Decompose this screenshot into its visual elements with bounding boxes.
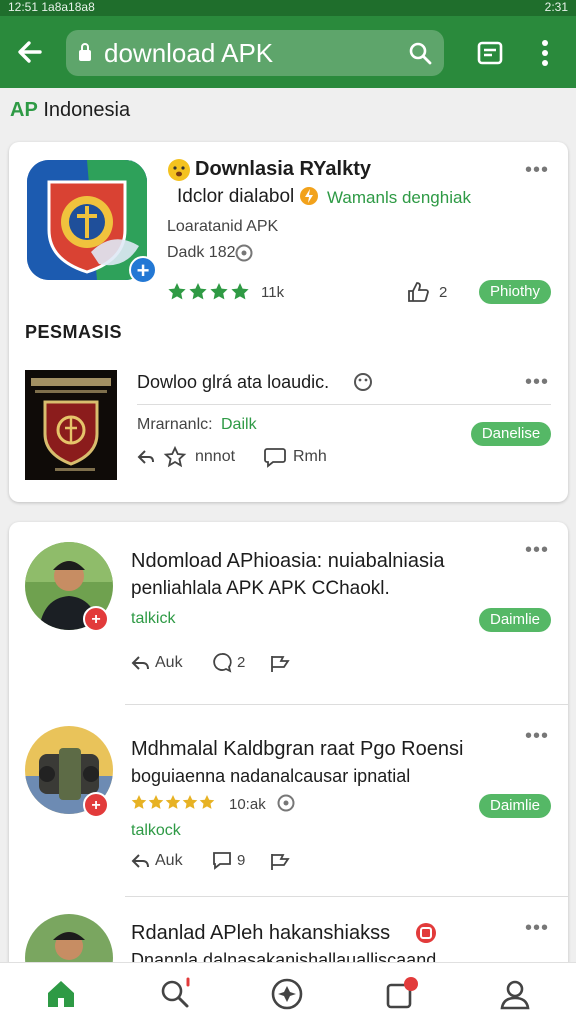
reply-icon[interactable] — [131, 654, 151, 672]
search-query[interactable]: download APK — [104, 38, 273, 68]
comment-icon[interactable] — [211, 652, 233, 674]
install-plus-icon[interactable]: + — [129, 256, 157, 284]
profile-icon[interactable] — [498, 977, 532, 1011]
star-rating-icon — [131, 795, 215, 809]
divider — [125, 896, 568, 897]
post-subtitle: boguiaenna nadanalcausar ipnatial — [131, 766, 411, 786]
app-type: Loaratanid APK — [167, 218, 279, 235]
more-vert-icon[interactable] — [536, 38, 554, 68]
post-tag[interactable]: talkock — [131, 822, 181, 840]
info-icon — [277, 794, 295, 812]
post-action-button[interactable]: Daimlie — [479, 608, 551, 632]
follow-badge-icon[interactable]: + — [83, 792, 109, 818]
comment-icon[interactable] — [263, 446, 287, 468]
app-bar: download APK — [0, 16, 576, 88]
star-outline-icon[interactable] — [163, 446, 187, 468]
reply-icon[interactable] — [137, 448, 155, 466]
rating-count: 10:ak — [229, 796, 266, 813]
featured-app-card[interactable]: + Downlasia RYalkty Idclor dialabol Wama… — [9, 142, 568, 502]
app-developer[interactable]: Wamanls denghiak — [327, 188, 471, 208]
explore-icon[interactable] — [270, 977, 304, 1011]
sub-share-label[interactable]: nnnot — [195, 448, 235, 466]
post-subtitle: penliahlala APK APK CChaokl. — [131, 578, 390, 599]
comment-count: 2 — [237, 654, 246, 671]
smiley-icon — [168, 159, 190, 181]
app-subtitle: Idclor dialabol — [177, 186, 295, 207]
like-count: 2 — [439, 284, 448, 301]
reply-icon[interactable] — [131, 852, 151, 870]
sub-meta-green[interactable]: Dailk — [221, 416, 257, 434]
comment-icon[interactable] — [211, 850, 233, 872]
back-button[interactable] — [14, 36, 46, 68]
search-icon[interactable] — [408, 41, 432, 65]
sub-more-icon[interactable]: ••• — [525, 372, 549, 392]
like-icon[interactable] — [407, 282, 429, 302]
post-tag[interactable]: talkick — [131, 610, 175, 628]
sub-title: Dowloo glrá ata loaudic. — [137, 372, 330, 392]
search-box[interactable]: download APK — [66, 30, 444, 76]
region-prefix: AP — [10, 99, 38, 121]
emoji-icon — [354, 373, 372, 391]
post-title: Rdanlad APleh hakanshiakss — [131, 922, 391, 944]
post-more-icon[interactable]: ••• — [525, 726, 549, 746]
region-label: AP Indonesia — [10, 99, 130, 122]
arrow-left-icon — [18, 41, 42, 63]
app-meta: Dadk 182 — [167, 244, 236, 261]
tabs-icon[interactable] — [476, 40, 504, 66]
sub-comment-label[interactable]: Rmh — [293, 448, 327, 466]
divider — [125, 704, 568, 705]
follow-badge-icon[interactable]: + — [83, 606, 109, 632]
status-bar: 12:51 1a8a18a8 2:31 — [0, 0, 576, 16]
app-title: Downlasia RYalkty — [195, 158, 371, 180]
rating-count: 11k — [261, 284, 285, 301]
status-clock: 2:31 — [544, 0, 568, 14]
divider — [137, 404, 551, 405]
posts-card: + Ndomload APhioasia: nuiabalniasia penl… — [9, 522, 568, 1002]
app-icon[interactable] — [27, 160, 147, 280]
search-icon[interactable] — [158, 977, 192, 1011]
alert-icon — [416, 923, 436, 943]
lock-icon — [79, 43, 91, 61]
post-title: Ndomload APhioasia: nuiabalniasia — [131, 550, 445, 572]
home-icon[interactable] — [44, 977, 78, 1011]
badge-emblem-icon — [25, 370, 117, 480]
info-icon — [235, 244, 253, 262]
more-icon[interactable]: ••• — [525, 160, 549, 180]
rating-stars — [131, 794, 219, 817]
reply-label[interactable]: Auk — [155, 654, 183, 672]
emblem-icon — [27, 160, 147, 280]
reply-label[interactable]: Auk — [155, 852, 183, 870]
post-title: Mdhmalal Kaldbgran raat Pgo Roensi — [131, 738, 464, 760]
region-name: Indonesia — [43, 99, 131, 121]
post-more-icon[interactable]: ••• — [525, 540, 549, 560]
sub-action-button[interactable]: Danelise — [471, 422, 551, 446]
flash-icon — [300, 187, 318, 205]
app-action-button[interactable]: Phiothy — [479, 280, 551, 304]
comment-count: 9 — [237, 852, 246, 869]
status-time: 12:51 1a8a18a8 — [8, 0, 95, 14]
sub-thumbnail[interactable] — [25, 370, 117, 480]
bottom-nav — [0, 962, 576, 1024]
rating-stars — [167, 282, 253, 307]
section-title: PESMASIS — [25, 322, 123, 342]
post-action-button[interactable]: Daimlie — [479, 794, 551, 818]
share-icon[interactable] — [269, 850, 291, 872]
sub-meta: Mrarnanlc: — [137, 416, 213, 433]
star-rating-icon — [168, 283, 249, 300]
share-icon[interactable] — [269, 652, 291, 674]
post-more-icon[interactable]: ••• — [525, 918, 549, 938]
notifications-icon[interactable] — [384, 977, 418, 1011]
